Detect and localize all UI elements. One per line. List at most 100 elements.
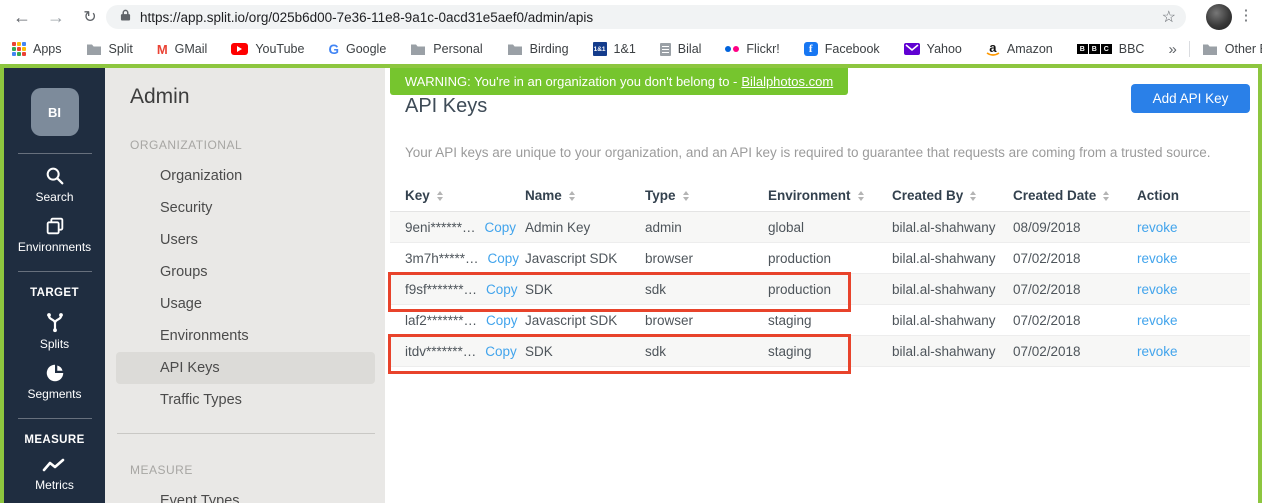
- admin-nav-usage[interactable]: Usage: [116, 288, 375, 320]
- section-label-organizational: ORGANIZATIONAL: [130, 138, 385, 152]
- bbc-icon: BBC: [1077, 44, 1112, 54]
- table-row: laf2*******…Copy Javascript SDK browser …: [390, 305, 1250, 336]
- key-environment: staging: [768, 344, 892, 359]
- bookmark-gmail[interactable]: M GMail: [157, 42, 208, 57]
- api-key-masked: itdv*******…: [405, 344, 476, 359]
- other-bookmarks-folder[interactable]: Other Bookmarks: [1202, 42, 1262, 56]
- gmail-icon: M: [157, 42, 168, 57]
- column-header-name[interactable]: Name: [525, 188, 645, 203]
- browser-window: ← → ↻ https://app.split.io/org/025b6d00-…: [0, 0, 1262, 503]
- key-created-by: bilal.al-shahwany: [892, 313, 1013, 328]
- key-created-by: bilal.al-shahwany: [892, 282, 1013, 297]
- admin-nav-organization[interactable]: Organization: [116, 160, 375, 192]
- metrics-icon: [41, 457, 67, 475]
- bookmark-facebook[interactable]: f Facebook: [804, 42, 880, 56]
- rail-divider: [18, 153, 92, 154]
- address-bar[interactable]: https://app.split.io/org/025b6d00-7e36-1…: [106, 5, 1186, 29]
- rail-item-environments[interactable]: Environments: [18, 215, 91, 254]
- key-name: Javascript SDK: [525, 251, 645, 266]
- 1and1-icon: 1&1: [593, 42, 607, 56]
- copy-key-link[interactable]: Copy: [486, 313, 518, 328]
- key-type: sdk: [645, 344, 768, 359]
- key-environment: global: [768, 220, 892, 235]
- bookmark-1and1[interactable]: 1&1 1&1: [593, 42, 636, 56]
- main-content: WARNING: You're in an organization you d…: [385, 68, 1258, 503]
- bookmark-apps[interactable]: Apps: [12, 42, 62, 56]
- key-created-date: 07/02/2018: [1013, 344, 1137, 359]
- admin-nav-api-keys[interactable]: API Keys: [116, 352, 375, 384]
- admin-nav-environments[interactable]: Environments: [116, 320, 375, 352]
- column-header-key[interactable]: Key: [390, 188, 525, 203]
- amazon-icon: a: [986, 42, 1000, 57]
- url-text: https://app.split.io/org/025b6d00-7e36-1…: [140, 10, 593, 25]
- section-label-measure: MEASURE: [130, 463, 385, 477]
- key-name: SDK: [525, 282, 645, 297]
- splits-icon: [43, 310, 67, 334]
- revoke-link[interactable]: revoke: [1137, 313, 1178, 328]
- browser-profile-avatar[interactable]: [1206, 4, 1232, 30]
- copy-key-link[interactable]: Copy: [485, 220, 517, 235]
- sort-icon[interactable]: [569, 191, 575, 201]
- column-header-environment[interactable]: Environment: [768, 188, 892, 203]
- admin-nav-traffic-types[interactable]: Traffic Types: [116, 384, 375, 416]
- rail-item-search[interactable]: Search: [35, 165, 73, 204]
- browser-menu-icon[interactable]: ⋮: [1236, 6, 1256, 24]
- column-header-created-by[interactable]: Created By: [892, 188, 1013, 203]
- bookmarks-bar: Apps Split M GMail YouTube G Google Pers…: [0, 34, 1262, 64]
- bookmarks-divider: [1189, 41, 1190, 57]
- apps-grid-icon: [12, 42, 26, 56]
- sort-icon[interactable]: [858, 191, 864, 201]
- bookmark-google[interactable]: G Google: [328, 42, 386, 57]
- bilalphotos-link[interactable]: Bilalphotos.com: [741, 74, 833, 89]
- bookmark-split-folder[interactable]: Split: [86, 42, 133, 56]
- admin-nav-groups[interactable]: Groups: [116, 256, 375, 288]
- reload-button[interactable]: ↻: [76, 3, 104, 31]
- rail-item-splits[interactable]: Splits: [40, 310, 69, 351]
- bookmark-bbc[interactable]: BBC BBC: [1077, 42, 1145, 56]
- rail-item-metrics[interactable]: Metrics: [35, 457, 74, 492]
- folder-icon: [86, 43, 102, 56]
- api-key-masked: 3m7h*****…: [405, 251, 479, 266]
- revoke-link[interactable]: revoke: [1137, 220, 1178, 235]
- sort-icon[interactable]: [1103, 191, 1109, 201]
- bookmark-amazon[interactable]: a Amazon: [986, 42, 1053, 57]
- copy-key-link[interactable]: Copy: [486, 282, 518, 297]
- admin-nav-users[interactable]: Users: [116, 224, 375, 256]
- bookmark-star-icon[interactable]: ☆: [1162, 7, 1176, 27]
- bookmark-youtube[interactable]: YouTube: [231, 42, 304, 56]
- admin-nav-event-types[interactable]: Event Types: [116, 485, 375, 503]
- key-type: sdk: [645, 282, 768, 297]
- admin-sidebar-divider: [117, 433, 375, 434]
- bookmarks-overflow-chevron[interactable]: »: [1168, 41, 1176, 58]
- sort-icon[interactable]: [437, 191, 443, 201]
- column-header-created-date[interactable]: Created Date: [1013, 188, 1137, 203]
- forward-button[interactable]: →: [42, 3, 70, 31]
- bookmark-personal-folder[interactable]: Personal: [410, 42, 482, 56]
- google-g-icon: G: [328, 42, 339, 57]
- browser-toolbar: ← → ↻ https://app.split.io/org/025b6d00-…: [0, 0, 1262, 34]
- table-header-row: Key Name Type Environment Created By Cre…: [390, 181, 1250, 212]
- admin-nav-security[interactable]: Security: [116, 192, 375, 224]
- bookmark-birding-folder[interactable]: Birding: [507, 42, 569, 56]
- copy-key-link[interactable]: Copy: [488, 251, 520, 266]
- primary-nav-rail: BI Search Environments TARGET Spli: [4, 68, 105, 503]
- table-row: f9sf*******…Copy SDK sdk production bila…: [390, 274, 1250, 305]
- add-api-key-button[interactable]: Add API Key: [1131, 84, 1250, 113]
- revoke-link[interactable]: revoke: [1137, 344, 1178, 359]
- rail-section-measure: MEASURE: [24, 434, 84, 446]
- bookmark-flickr[interactable]: Flickr!: [725, 42, 779, 56]
- sort-icon[interactable]: [683, 191, 689, 201]
- youtube-icon: [231, 43, 248, 55]
- bookmark-bilal[interactable]: Bilal: [660, 42, 702, 56]
- org-avatar[interactable]: BI: [31, 88, 79, 136]
- sort-icon[interactable]: [970, 191, 976, 201]
- search-icon: [44, 165, 66, 187]
- revoke-link[interactable]: revoke: [1137, 282, 1178, 297]
- rail-item-segments[interactable]: Segments: [27, 362, 81, 401]
- key-created-date: 07/02/2018: [1013, 251, 1137, 266]
- column-header-type[interactable]: Type: [645, 188, 768, 203]
- bookmark-yahoo[interactable]: Yahoo: [904, 42, 962, 56]
- revoke-link[interactable]: revoke: [1137, 251, 1178, 266]
- copy-key-link[interactable]: Copy: [485, 344, 517, 359]
- back-button[interactable]: ←: [8, 3, 36, 31]
